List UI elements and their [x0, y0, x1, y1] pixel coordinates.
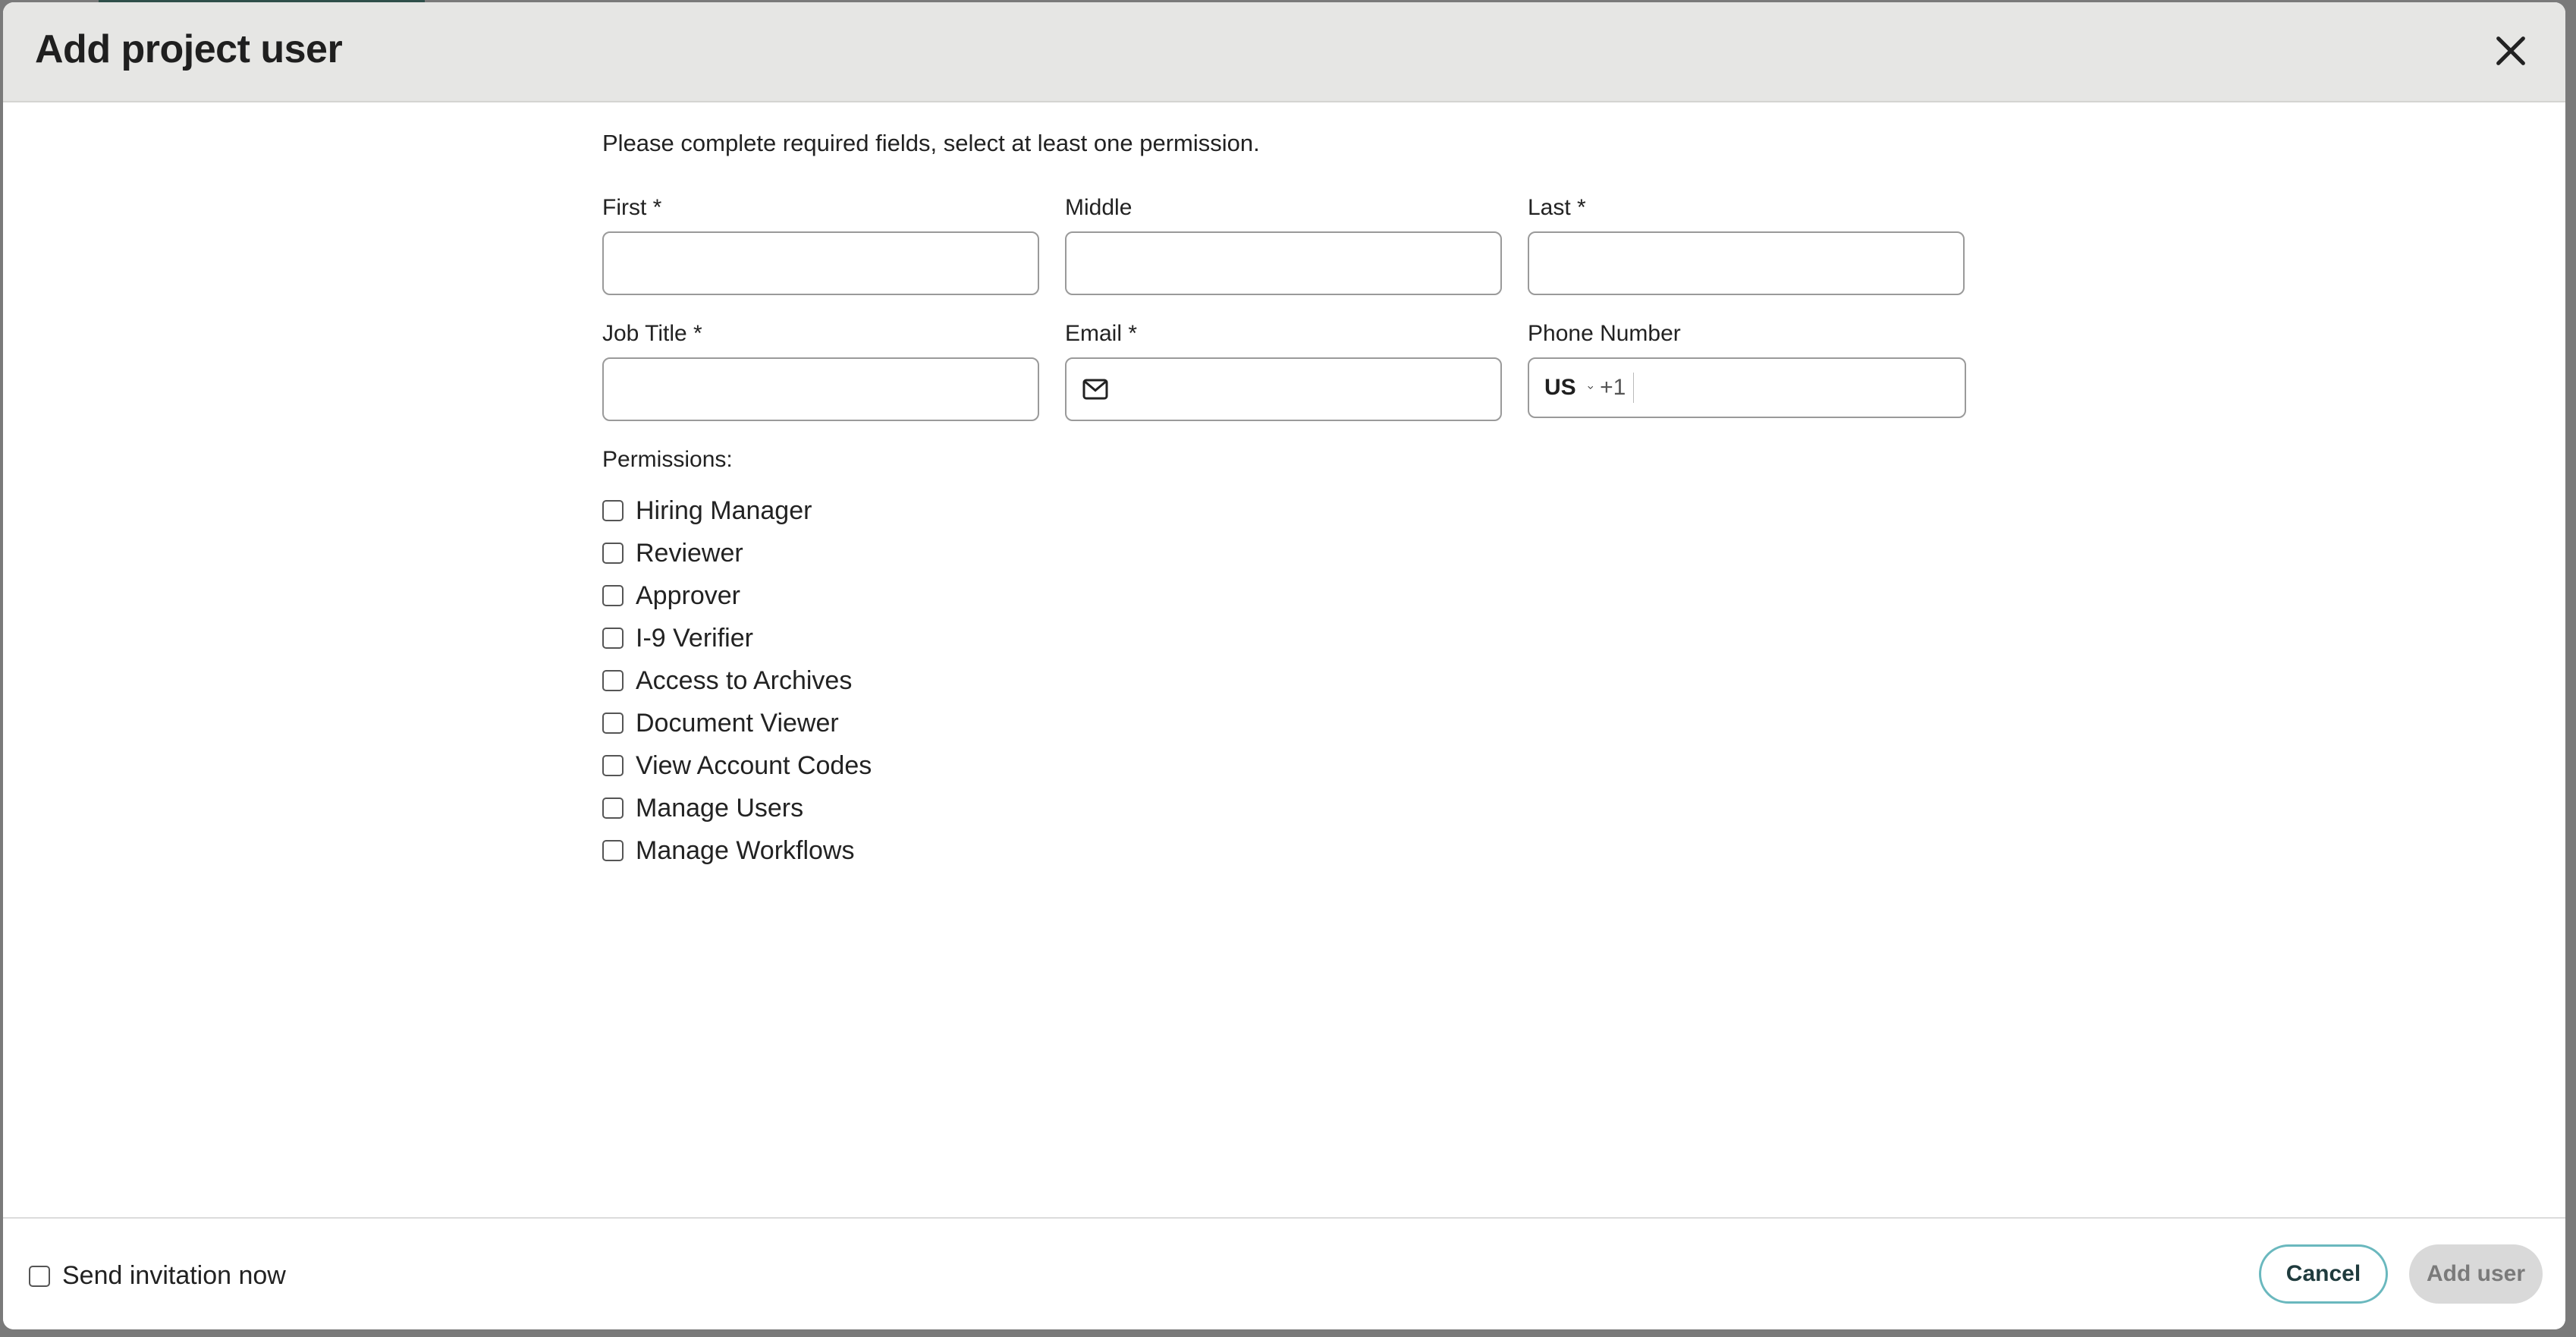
permission-access-to-archives[interactable]: Access to Archives — [602, 659, 1990, 702]
middle-name-field: Middle — [1065, 195, 1502, 295]
checkbox[interactable] — [602, 755, 624, 776]
permission-label: Approver — [636, 580, 740, 610]
job-title-input[interactable] — [602, 357, 1039, 421]
permission-document-viewer[interactable]: Document Viewer — [602, 702, 1990, 744]
permission-reviewer[interactable]: Reviewer — [602, 532, 1990, 574]
checkbox[interactable] — [602, 543, 624, 564]
permission-label: Access to Archives — [636, 665, 853, 695]
permission-hiring-manager[interactable]: Hiring Manager — [602, 489, 1990, 532]
checkbox[interactable] — [602, 628, 624, 649]
phone-label: Phone Number — [1528, 321, 1681, 346]
permission-i9-verifier[interactable]: I-9 Verifier — [602, 617, 1990, 659]
send-invitation-toggle[interactable]: Send invitation now — [29, 1261, 286, 1291]
checkbox[interactable] — [602, 840, 624, 861]
email-input-wrap — [1065, 357, 1502, 421]
middle-name-input[interactable] — [1065, 231, 1502, 295]
checkbox[interactable] — [602, 585, 624, 606]
permission-label: Manage Users — [636, 793, 804, 823]
close-icon — [2496, 36, 2525, 65]
email-label: Email * — [1065, 321, 1138, 346]
phone-input-group: US +1 — [1528, 357, 1966, 418]
permission-label: Manage Workflows — [636, 835, 855, 865]
permission-label: Reviewer — [636, 538, 743, 568]
permission-view-account-codes[interactable]: View Account Codes — [602, 744, 1990, 787]
add-project-user-dialog: Add project user Please complete require… — [3, 2, 2565, 1329]
last-name-field: Last * — [1528, 195, 1965, 295]
dialog-header: Add project user — [3, 2, 2565, 102]
dialog-body: Please complete required fields, select … — [602, 130, 1990, 872]
phone-field: Phone Number US +1 — [1528, 321, 1966, 421]
checkbox[interactable] — [602, 713, 624, 734]
name-row: First * Middle Last * — [602, 195, 1990, 295]
send-invitation-label: Send invitation now — [62, 1261, 286, 1290]
send-invitation-checkbox[interactable] — [29, 1265, 50, 1287]
permissions-heading: Permissions: — [602, 447, 733, 472]
mail-icon — [1082, 379, 1108, 400]
first-name-label: First * — [602, 195, 662, 220]
checkbox[interactable] — [602, 500, 624, 521]
email-field: Email * — [1065, 321, 1502, 421]
job-title-label: Job Title * — [602, 321, 702, 346]
permission-label: Document Viewer — [636, 708, 839, 738]
permission-approver[interactable]: Approver — [602, 574, 1990, 617]
dialog-title: Add project user — [35, 27, 343, 71]
add-user-button[interactable]: Add user — [2409, 1244, 2543, 1304]
checkbox[interactable] — [602, 797, 624, 819]
contact-row: Job Title * Email * Phone Number US +1 — [602, 321, 1990, 421]
first-name-field: First * — [602, 195, 1039, 295]
last-name-input[interactable] — [1528, 231, 1965, 295]
permission-manage-workflows[interactable]: Manage Workflows — [602, 829, 1990, 872]
job-title-field: Job Title * — [602, 321, 1039, 421]
permission-label: View Account Codes — [636, 750, 872, 780]
checkbox[interactable] — [602, 670, 624, 691]
chevron-down-icon[interactable] — [1587, 376, 1594, 399]
cancel-button[interactable]: Cancel — [2259, 1244, 2388, 1304]
email-input[interactable] — [1065, 357, 1502, 421]
phone-number-input[interactable] — [1634, 360, 1965, 415]
last-name-label: Last * — [1528, 195, 1586, 220]
dialog-footer: Send invitation now Cancel Add user — [3, 1217, 2565, 1329]
form-instructions: Please complete required fields, select … — [602, 130, 1260, 156]
permission-label: I-9 Verifier — [636, 623, 753, 653]
first-name-input[interactable] — [602, 231, 1039, 295]
country-code-select[interactable]: US — [1544, 375, 1576, 401]
permission-label: Hiring Manager — [636, 495, 812, 525]
permissions-list: Hiring Manager Reviewer Approver I-9 Ver… — [602, 489, 1990, 872]
dial-code: +1 — [1600, 375, 1626, 400]
middle-name-label: Middle — [1065, 195, 1132, 220]
close-button[interactable] — [2490, 30, 2532, 72]
permission-manage-users[interactable]: Manage Users — [602, 787, 1990, 829]
